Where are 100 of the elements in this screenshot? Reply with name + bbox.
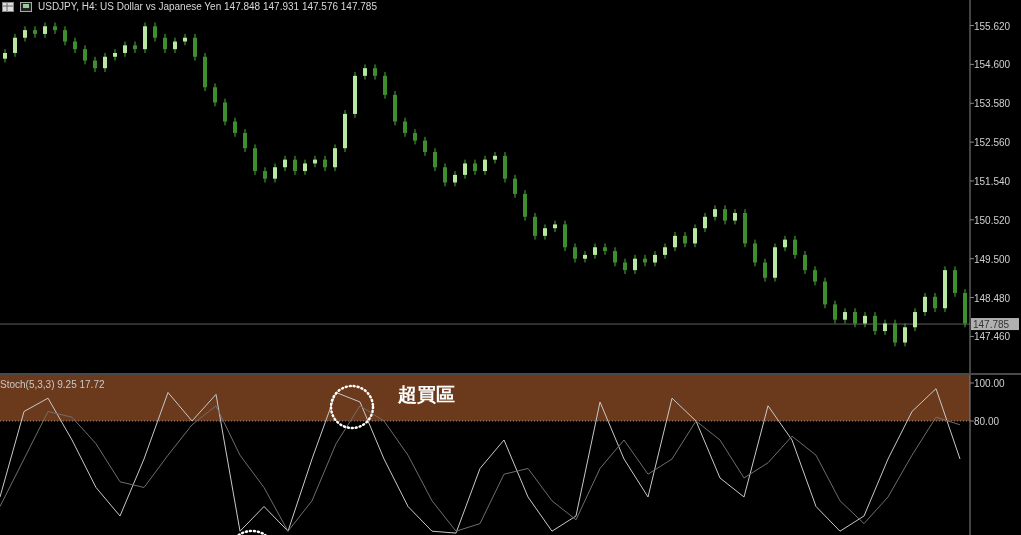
candle bbox=[113, 48, 117, 62]
candle bbox=[393, 90, 397, 126]
candle bbox=[953, 265, 957, 298]
axis-label: 154.600 bbox=[974, 59, 1011, 71]
candle bbox=[583, 250, 587, 263]
candle bbox=[723, 204, 727, 225]
candle bbox=[253, 143, 257, 176]
candle bbox=[773, 242, 777, 283]
candle bbox=[563, 220, 567, 252]
candle bbox=[343, 109, 347, 153]
candle bbox=[363, 63, 367, 81]
candle bbox=[183, 33, 187, 46]
candle bbox=[903, 322, 907, 347]
grid-icon[interactable] bbox=[2, 1, 14, 12]
candle bbox=[923, 292, 927, 317]
candle bbox=[533, 212, 537, 241]
axis-label: 149.500 bbox=[974, 253, 1011, 265]
candle bbox=[573, 242, 577, 263]
candle bbox=[63, 25, 67, 46]
candle bbox=[373, 63, 377, 81]
candle bbox=[273, 162, 277, 183]
candle bbox=[313, 155, 317, 168]
candle bbox=[193, 33, 197, 62]
candle bbox=[243, 128, 247, 153]
candle bbox=[473, 159, 477, 176]
price-label: 147.785 bbox=[971, 318, 1019, 331]
candle bbox=[153, 22, 157, 43]
candle bbox=[173, 37, 177, 54]
candle bbox=[13, 33, 17, 58]
candle bbox=[783, 235, 787, 252]
candle bbox=[943, 265, 947, 313]
axis-label: 153.580 bbox=[974, 98, 1011, 110]
candle bbox=[733, 208, 737, 225]
overbought-label: 超買區 bbox=[398, 383, 455, 405]
axis-label: 147.460 bbox=[974, 331, 1011, 343]
candle bbox=[163, 33, 167, 54]
candle bbox=[833, 300, 837, 324]
candle bbox=[93, 56, 97, 73]
candle bbox=[203, 52, 207, 92]
axis-label: 155.620 bbox=[974, 20, 1011, 32]
candle bbox=[863, 311, 867, 328]
candle bbox=[843, 307, 847, 324]
candle bbox=[593, 242, 597, 260]
candle bbox=[503, 151, 507, 183]
candle bbox=[3, 48, 7, 63]
candle bbox=[543, 223, 547, 241]
candle bbox=[663, 242, 667, 260]
chart-window-icon[interactable] bbox=[20, 1, 32, 12]
candle bbox=[333, 143, 337, 172]
symbol-info: USDJPY, H4: US Dollar vs Japanese Yen 147.848 147.931 147.576 147.785 bbox=[38, 1, 377, 12]
candle bbox=[653, 250, 657, 267]
ref-line-label: 147.785 bbox=[973, 319, 1010, 331]
candle bbox=[463, 159, 467, 180]
candle bbox=[433, 147, 437, 172]
candle bbox=[83, 44, 87, 65]
highlight-circle-drawing bbox=[329, 384, 375, 430]
candle bbox=[813, 265, 817, 286]
candle bbox=[793, 235, 797, 260]
candle bbox=[303, 159, 307, 176]
candle bbox=[873, 311, 877, 336]
candle bbox=[123, 41, 127, 58]
axis-label: 150.520 bbox=[974, 214, 1011, 226]
candle bbox=[803, 250, 807, 275]
candle bbox=[23, 25, 27, 43]
highlight-circle-drawing bbox=[237, 529, 267, 535]
axis-label: 100.00 bbox=[974, 378, 1005, 389]
candle bbox=[413, 128, 417, 145]
candle bbox=[103, 52, 107, 73]
candle bbox=[453, 170, 457, 187]
candle bbox=[643, 254, 647, 267]
candle bbox=[893, 319, 897, 347]
candle bbox=[283, 155, 287, 172]
candle bbox=[673, 231, 677, 252]
candle bbox=[263, 166, 267, 183]
candle bbox=[403, 117, 407, 138]
candle bbox=[703, 212, 707, 233]
candle bbox=[383, 71, 387, 100]
axis-label: 151.540 bbox=[974, 176, 1011, 187]
candle bbox=[293, 155, 297, 176]
candle bbox=[513, 174, 517, 199]
axis-label: 152.560 bbox=[974, 137, 1011, 149]
candle bbox=[33, 25, 37, 39]
candle bbox=[753, 239, 757, 267]
candle bbox=[823, 277, 827, 309]
candle bbox=[933, 292, 937, 313]
candle bbox=[323, 155, 327, 172]
axis-label: 148.480 bbox=[974, 292, 1011, 304]
candle bbox=[633, 254, 637, 275]
candle bbox=[53, 22, 57, 35]
candle bbox=[493, 151, 497, 164]
candle bbox=[43, 22, 47, 39]
candle bbox=[133, 41, 137, 54]
candle bbox=[963, 288, 967, 328]
candle bbox=[743, 208, 747, 248]
candle bbox=[213, 82, 217, 107]
candle bbox=[443, 162, 447, 187]
candle bbox=[423, 136, 427, 157]
candle bbox=[223, 98, 227, 126]
candle bbox=[143, 22, 147, 54]
candle bbox=[73, 37, 77, 54]
